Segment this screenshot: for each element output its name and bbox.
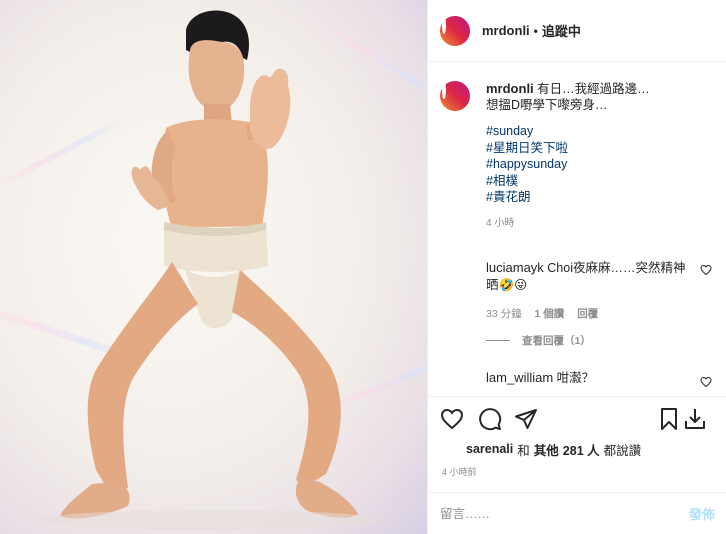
comment-text: 咁瀫？ (556, 371, 595, 385)
comment-meta: 33 分鐘 1 個讚 回覆 (486, 306, 691, 323)
commenter-username[interactable]: lam_william (486, 370, 553, 385)
likes-summary: sarenali 和 其他 281 人 都說讚 (440, 439, 641, 459)
hashtag-link[interactable]: #happysunday (486, 156, 716, 173)
hashtag-link[interactable]: #貴花朗 (486, 189, 716, 206)
separator-dot: • (533, 23, 538, 38)
commenter-username[interactable]: luciamayk (486, 260, 544, 275)
caption-line-1: 有日…我經過路邊… (537, 82, 650, 96)
hashtag-link[interactable]: #sunday (486, 123, 716, 140)
likes-suffix: 都說讚 (603, 443, 642, 458)
download-icon[interactable] (683, 407, 707, 431)
post-header: mrdonli • 追蹤中 (428, 0, 726, 62)
sumo-pose-figure (40, 10, 380, 530)
hashtag-link[interactable]: #星期日笑下啦 (486, 140, 716, 157)
author-username[interactable]: mrdonli (482, 23, 530, 38)
liker-username[interactable]: sarenali (466, 442, 513, 456)
paper-plane-icon[interactable] (514, 407, 538, 431)
reply-button[interactable]: 回覆 (577, 308, 598, 320)
commenter-avatar[interactable] (442, 368, 470, 396)
following-button[interactable]: 追蹤中 (542, 21, 581, 40)
hashtag-link[interactable]: #相樸 (486, 173, 716, 190)
comments-list[interactable]: mrdonli 有日…我經過路邊… 想搵D嘢學下嚟旁身… #sunday #星期… (428, 63, 726, 396)
post-actions: sarenali 和 其他 281 人 都說讚 4 小時前 (428, 396, 726, 506)
others-count[interactable]: 281 人 (563, 440, 600, 459)
posted-time: 4 小時前 (442, 467, 477, 477)
bookmark-icon[interactable] (657, 407, 681, 431)
action-icons (440, 407, 715, 433)
comment-heart-icon[interactable] (700, 264, 712, 276)
comment-time: 33 分鐘 (486, 308, 522, 320)
caption-username[interactable]: mrdonli (486, 81, 534, 96)
likes-and: 和 (517, 443, 530, 458)
post-photo[interactable] (0, 0, 427, 534)
replies-divider (486, 340, 510, 341)
view-replies-label: 查看回覆（1） (522, 335, 591, 347)
view-replies-button[interactable]: 查看回覆（1） (486, 333, 591, 348)
author-avatar[interactable] (440, 15, 470, 46)
comment-input[interactable] (440, 506, 689, 521)
comment-bubble-icon[interactable] (478, 407, 502, 431)
hashtag-list: #sunday #星期日笑下啦 #happysunday #相樸 #貴花朗 (486, 123, 716, 206)
caption-time: 4 小時 (486, 217, 515, 229)
comment-heart-icon[interactable] (700, 376, 712, 388)
post-comment-button[interactable]: 發佈 (689, 504, 715, 523)
caption-line-2: 想搵D嘢學下嚟旁身… (486, 98, 608, 112)
heart-icon[interactable] (440, 407, 464, 431)
others-link[interactable]: 其他 (534, 440, 559, 459)
add-comment-bar: 發佈 (428, 492, 726, 534)
liker-avatar[interactable] (440, 439, 460, 459)
commenter-avatar[interactable] (442, 258, 470, 286)
comment-likes[interactable]: 1 個讚 (535, 308, 565, 320)
post-side-panel: mrdonli • 追蹤中 mrdonli 有日…我經過路邊… 想搵D嘢學下嚟旁… (427, 0, 726, 534)
caption-avatar[interactable] (440, 81, 470, 111)
